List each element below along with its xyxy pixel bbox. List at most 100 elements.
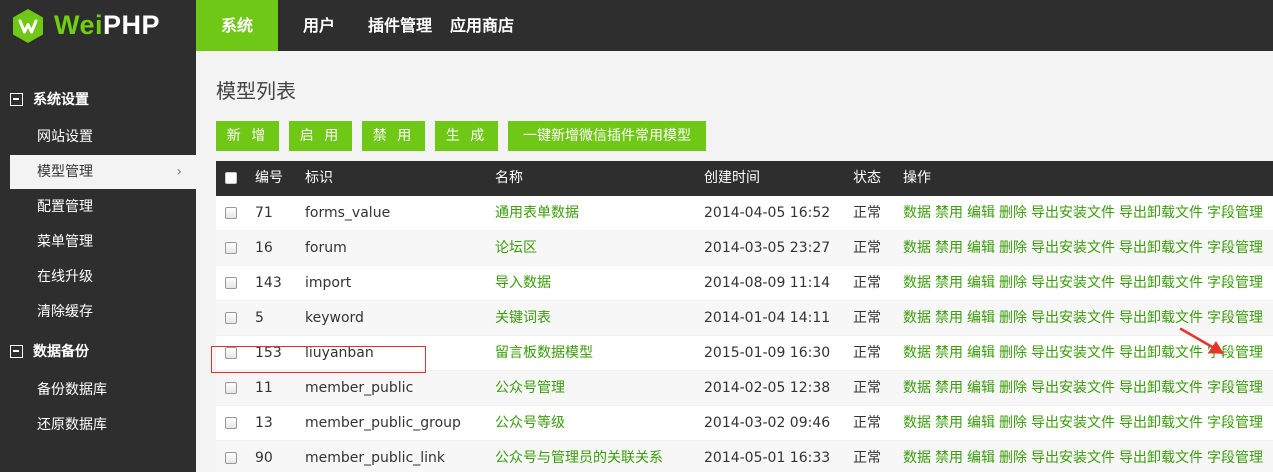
nav-item-plugins[interactable]: 插件管理 — [349, 0, 446, 51]
select-all-checkbox[interactable] — [225, 172, 237, 184]
disable-link[interactable]: 禁用 — [935, 415, 963, 431]
delete-link[interactable]: 删除 — [999, 450, 1027, 466]
export-install-link[interactable]: 导出安装文件 — [1031, 310, 1115, 326]
sidebar-item-model-management[interactable]: 模型管理 › — [10, 155, 196, 189]
sidebar-item-config-management[interactable]: 配置管理 — [10, 190, 196, 224]
sidebar-item-online-upgrade[interactable]: 在线升级 — [10, 260, 196, 294]
row-checkbox[interactable] — [225, 242, 237, 254]
data-link[interactable]: 数据 — [903, 450, 931, 466]
cell-created: 2014-03-02 09:46 — [704, 415, 831, 431]
data-link[interactable]: 数据 — [903, 275, 931, 291]
disable-link[interactable]: 禁用 — [935, 310, 963, 326]
row-checkbox[interactable] — [225, 382, 237, 394]
cell-name: 导入数据 — [495, 275, 551, 291]
export-uninstall-link[interactable]: 导出卸载文件 — [1119, 275, 1203, 291]
nav-item-app-store[interactable]: 应用商店 — [446, 0, 528, 51]
sidebar-item-site-settings[interactable]: 网站设置 — [10, 120, 196, 154]
export-uninstall-link[interactable]: 导出卸载文件 — [1119, 205, 1203, 221]
export-uninstall-link[interactable]: 导出卸载文件 — [1119, 240, 1203, 256]
export-install-link[interactable]: 导出安装文件 — [1031, 380, 1115, 396]
delete-link[interactable]: 删除 — [999, 205, 1027, 221]
row-checkbox[interactable] — [225, 312, 237, 324]
edit-link[interactable]: 编辑 — [967, 205, 995, 221]
edit-link[interactable]: 编辑 — [967, 415, 995, 431]
enable-button[interactable]: 启 用 — [289, 121, 352, 151]
row-checkbox[interactable] — [225, 277, 237, 289]
edit-link[interactable]: 编辑 — [967, 380, 995, 396]
add-button[interactable]: 新 增 — [216, 121, 279, 151]
data-link[interactable]: 数据 — [903, 380, 931, 396]
column-header-id[interactable]: 编号 — [255, 161, 283, 196]
disable-link[interactable]: 禁用 — [935, 380, 963, 396]
edit-link[interactable]: 编辑 — [967, 345, 995, 361]
data-link[interactable]: 数据 — [903, 310, 931, 326]
cell-mark: keyword — [305, 310, 364, 326]
export-install-link[interactable]: 导出安装文件 — [1031, 450, 1115, 466]
field-management-link[interactable]: 字段管理 — [1207, 275, 1263, 291]
cell-status: 正常 — [853, 240, 881, 256]
export-install-link[interactable]: 导出安装文件 — [1031, 275, 1115, 291]
nav-item-users[interactable]: 用户 — [278, 0, 349, 51]
field-management-link[interactable]: 字段管理 — [1207, 205, 1263, 221]
column-header-mark[interactable]: 标识 — [305, 161, 333, 196]
data-link[interactable]: 数据 — [903, 415, 931, 431]
delete-link[interactable]: 删除 — [999, 415, 1027, 431]
field-management-link[interactable]: 字段管理 — [1207, 415, 1263, 431]
table-row: 11 member_public 公众号管理 2014-02-05 12:38 正常 数据… — [216, 371, 1273, 406]
disable-button[interactable]: 禁 用 — [362, 121, 425, 151]
field-management-link[interactable]: 字段管理 — [1207, 310, 1263, 326]
export-uninstall-link[interactable]: 导出卸载文件 — [1119, 380, 1203, 396]
sidebar-item-clear-cache[interactable]: 清除缓存 — [10, 295, 196, 329]
disable-link[interactable]: 禁用 — [935, 240, 963, 256]
sidebar-item-menu-management[interactable]: 菜单管理 — [10, 225, 196, 259]
disable-link[interactable]: 禁用 — [935, 450, 963, 466]
export-uninstall-link[interactable]: 导出卸载文件 — [1119, 415, 1203, 431]
field-management-link[interactable]: 字段管理 — [1207, 240, 1263, 256]
row-actions: 数据 禁用 编辑 删除 导出安装文件 导出卸载文件 字段管理 — [903, 196, 1267, 231]
disable-link[interactable]: 禁用 — [935, 275, 963, 291]
data-link[interactable]: 数据 — [903, 345, 931, 361]
disable-link[interactable]: 禁用 — [935, 345, 963, 361]
sidebar-group-data-backup[interactable]: 数据备份 — [10, 336, 89, 366]
export-uninstall-link[interactable]: 导出卸载文件 — [1119, 450, 1203, 466]
wechat-leaf-logo-icon — [10, 8, 46, 44]
column-header-created[interactable]: 创建时间 — [704, 161, 760, 196]
export-install-link[interactable]: 导出安装文件 — [1031, 345, 1115, 361]
edit-link[interactable]: 编辑 — [967, 310, 995, 326]
brand-logo[interactable]: WeiPHP — [0, 0, 196, 51]
field-management-link[interactable]: 字段管理 — [1207, 450, 1263, 466]
edit-link[interactable]: 编辑 — [967, 450, 995, 466]
sidebar-group-system-settings[interactable]: 系统设置 — [10, 84, 89, 114]
edit-link[interactable]: 编辑 — [967, 275, 995, 291]
delete-link[interactable]: 删除 — [999, 310, 1027, 326]
cell-id: 11 — [255, 380, 273, 396]
cell-id: 5 — [255, 310, 264, 326]
export-uninstall-link[interactable]: 导出卸载文件 — [1119, 310, 1203, 326]
sidebar-item-backup-database[interactable]: 备份数据库 — [10, 373, 196, 407]
table-row: 90 member_public_link 公众号与管理员的关联关系 2014-05-… — [216, 441, 1273, 472]
column-header-name[interactable]: 名称 — [495, 161, 523, 196]
export-install-link[interactable]: 导出安装文件 — [1031, 415, 1115, 431]
export-install-link[interactable]: 导出安装文件 — [1031, 205, 1115, 221]
row-checkbox[interactable] — [225, 452, 237, 464]
data-link[interactable]: 数据 — [903, 240, 931, 256]
nav-item-system[interactable]: 系统 — [196, 0, 278, 51]
cell-status: 正常 — [853, 345, 881, 361]
generate-button[interactable]: 生 成 — [435, 121, 498, 151]
data-link[interactable]: 数据 — [903, 205, 931, 221]
delete-link[interactable]: 删除 — [999, 275, 1027, 291]
row-checkbox[interactable] — [225, 207, 237, 219]
row-checkbox[interactable] — [225, 417, 237, 429]
cell-name: 公众号与管理员的关联关系 — [495, 450, 663, 466]
disable-link[interactable]: 禁用 — [935, 205, 963, 221]
delete-link[interactable]: 删除 — [999, 240, 1027, 256]
column-header-status[interactable]: 状态 — [853, 161, 881, 196]
edit-link[interactable]: 编辑 — [967, 240, 995, 256]
export-install-link[interactable]: 导出安装文件 — [1031, 240, 1115, 256]
quick-add-wechat-models-button[interactable]: 一键新增微信插件常用模型 — [508, 121, 706, 151]
delete-link[interactable]: 删除 — [999, 345, 1027, 361]
sidebar-item-restore-database[interactable]: 还原数据库 — [10, 408, 196, 442]
delete-link[interactable]: 删除 — [999, 380, 1027, 396]
field-management-link[interactable]: 字段管理 — [1207, 380, 1263, 396]
brand-wei: Wei — [54, 10, 104, 40]
